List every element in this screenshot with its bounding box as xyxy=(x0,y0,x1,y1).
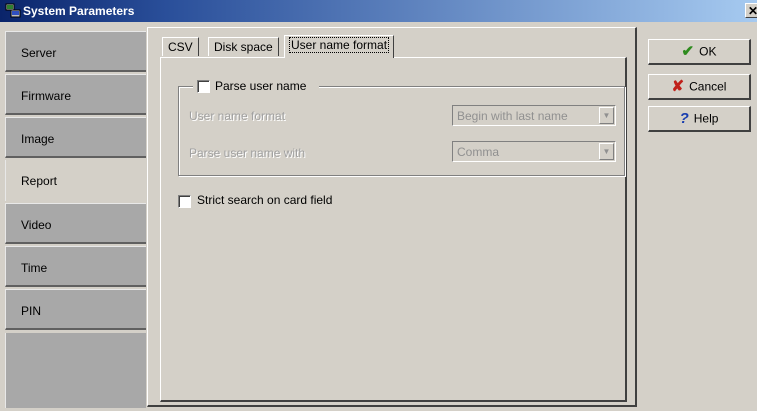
tab-label: Disk space xyxy=(214,40,273,54)
tab-label: CSV xyxy=(168,40,193,54)
tab-csv[interactable]: CSV xyxy=(162,37,199,56)
strict-search-label: Strict search on card field xyxy=(197,193,333,207)
user-name-format-select[interactable]: Begin with last name ▼ xyxy=(452,105,616,126)
tab-disk-space[interactable]: Disk space xyxy=(208,37,279,56)
help-label: Help xyxy=(693,111,719,126)
strict-search-checkbox[interactable] xyxy=(178,195,191,208)
question-icon: ? xyxy=(679,110,689,128)
close-icon: ✕ xyxy=(747,4,757,18)
parse-user-name-group xyxy=(178,86,625,176)
x-icon: ✘ xyxy=(671,78,685,96)
parse-with-select[interactable]: Comma ▼ xyxy=(452,141,616,162)
parse-with-label: Parse user name with xyxy=(189,146,306,160)
sidebar-item-label: Report xyxy=(21,174,58,188)
sidebar-item-label: Server xyxy=(21,46,57,60)
title-bar: System Parameters ✕ xyxy=(0,0,757,22)
close-button[interactable]: ✕ xyxy=(745,3,757,18)
ok-label: OK xyxy=(699,44,717,59)
parse-user-name-checkbox[interactable] xyxy=(197,80,210,93)
sidebar-item-image[interactable]: Image xyxy=(5,117,146,158)
sidebar-item-label: Video xyxy=(21,218,52,232)
user-name-format-value: Begin with last name xyxy=(457,109,568,123)
sidebar-item-report[interactable]: Report xyxy=(5,160,153,201)
sidebar-item-time[interactable]: Time xyxy=(5,246,146,287)
app-icon xyxy=(5,3,21,18)
sidebar-item-label: Time xyxy=(21,261,48,275)
cancel-label: Cancel xyxy=(689,79,727,94)
chevron-down-icon: ▼ xyxy=(599,143,614,160)
checkmark-icon: ✔ xyxy=(681,43,695,61)
sidebar-item-label: PIN xyxy=(21,304,42,318)
sidebar-item-server[interactable]: Server xyxy=(5,31,146,72)
tab-user-name-format[interactable]: User name format xyxy=(284,35,395,58)
ok-button[interactable]: ✔ OK xyxy=(648,39,751,65)
sidebar-item-firmware[interactable]: Firmware xyxy=(5,74,146,115)
sidebar-item-video[interactable]: Video xyxy=(5,203,146,244)
user-name-format-label: User name format xyxy=(189,109,286,123)
parse-user-name-label: Parse user name xyxy=(215,79,307,93)
sidebar-filler xyxy=(5,333,146,408)
help-button[interactable]: ? Help xyxy=(648,106,751,132)
sidebar-item-pin[interactable]: PIN xyxy=(5,289,146,330)
tab-label: User name format xyxy=(288,37,390,53)
cancel-button[interactable]: ✘ Cancel xyxy=(648,74,751,100)
window-title: System Parameters xyxy=(23,4,135,18)
sidebar-item-label: Image xyxy=(21,132,55,146)
sidebar-item-label: Firmware xyxy=(21,89,71,103)
chevron-down-icon: ▼ xyxy=(599,107,614,124)
parse-with-value: Comma xyxy=(457,145,500,159)
